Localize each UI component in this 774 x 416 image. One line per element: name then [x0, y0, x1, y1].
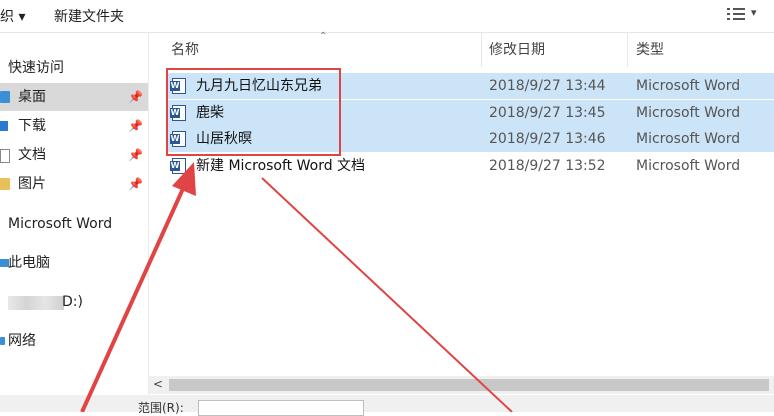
desktop-folder-icon — [0, 91, 10, 103]
pin-icon[interactable]: 📌 — [128, 170, 143, 198]
details-view-icon — [727, 8, 745, 22]
sidebar-item-label: Microsoft Word — [8, 216, 113, 232]
chevron-down-icon: ▾ — [751, 6, 757, 19]
pin-icon[interactable]: 📌 — [128, 141, 143, 169]
word-document-icon — [170, 131, 186, 147]
column-divider[interactable] — [481, 33, 482, 67]
pictures-folder-icon — [0, 178, 10, 190]
sort-ascending-icon: ⌃ — [319, 31, 328, 42]
word-document-icon — [170, 78, 186, 94]
organize-button[interactable]: 织 ▾ — [0, 6, 25, 26]
new-folder-button[interactable]: 新建文件夹 — [54, 6, 124, 26]
sidebar-item-drive-d[interactable]: D:) — [0, 288, 148, 316]
file-type: Microsoft Word — [636, 158, 741, 174]
scroll-left-icon[interactable]: < — [153, 377, 163, 391]
file-type: Microsoft Word — [636, 105, 741, 121]
pin-icon[interactable]: 📌 — [128, 112, 143, 140]
file-modified-date: 2018/9/27 13:52 — [489, 158, 606, 174]
file-modified-date: 2018/9/27 13:45 — [489, 105, 606, 121]
sidebar-item-label: D:) — [62, 294, 83, 310]
sidebar-item-label: 文档 — [18, 147, 46, 163]
bottom-bar: 范围(R): — [0, 395, 774, 416]
column-header-name[interactable]: 名称 — [171, 33, 199, 67]
word-document-icon — [170, 158, 186, 174]
sidebar-item-this-pc[interactable]: 此电脑 — [0, 249, 148, 277]
file-row[interactable]: 鹿柴 2018/9/27 13:45 Microsoft Word — [168, 100, 774, 126]
document-icon — [0, 149, 10, 163]
file-name: 新建 Microsoft Word 文档 — [196, 158, 366, 174]
sidebar-item-desktop[interactable]: 桌面 📌 — [0, 83, 148, 111]
sidebar-item-label: 网络 — [8, 333, 36, 349]
sidebar-item-label: 图片 — [18, 176, 46, 192]
file-type: Microsoft Word — [636, 78, 741, 94]
file-modified-date: 2018/9/27 13:44 — [489, 78, 606, 94]
column-header-type[interactable]: 类型 — [636, 33, 664, 67]
sidebar-item-microsoft-word[interactable]: Microsoft Word — [0, 210, 148, 238]
word-document-icon — [170, 105, 186, 121]
file-list: ⌃ 名称 修改日期 类型 九月九日忆山东兄弟 2018/9/27 13:44 M… — [149, 31, 774, 376]
pin-icon[interactable]: 📌 — [128, 83, 143, 111]
file-type: Microsoft Word — [636, 131, 741, 147]
sidebar-item-network[interactable]: 网络 — [0, 327, 148, 355]
toolbar: 织 ▾ 新建文件夹 ▾ — [0, 0, 774, 33]
column-divider[interactable] — [627, 33, 628, 67]
file-row[interactable]: 新建 Microsoft Word 文档 2018/9/27 13:52 Mic… — [168, 153, 774, 179]
file-row[interactable]: 山居秋暝 2018/9/27 13:46 Microsoft Word — [168, 126, 774, 152]
sidebar-item-documents[interactable]: 文档 📌 — [0, 141, 148, 169]
file-name: 九月九日忆山东兄弟 — [196, 78, 322, 94]
sidebar-item-label: 快速访问 — [8, 60, 64, 76]
column-header-modified[interactable]: 修改日期 — [489, 33, 545, 67]
range-label: 范围(R): — [138, 401, 184, 415]
file-modified-date: 2018/9/27 13:46 — [489, 131, 606, 147]
view-options-button[interactable]: ▾ — [727, 6, 763, 24]
redacted-drive-name — [8, 296, 64, 310]
sidebar-item-label: 桌面 — [18, 89, 46, 105]
sidebar-item-label: 下载 — [18, 118, 46, 134]
sidebar-item-downloads[interactable]: 下载 📌 — [0, 112, 148, 140]
file-name: 山居秋暝 — [196, 131, 252, 147]
sidebar-item-label: 此电脑 — [8, 255, 50, 271]
sidebar-item-pictures[interactable]: 图片 📌 — [0, 170, 148, 198]
file-name: 鹿柴 — [196, 105, 224, 121]
sidebar-item-quick-access[interactable]: 快速访问 — [0, 54, 148, 82]
network-icon — [0, 337, 5, 345]
horizontal-scrollbar[interactable]: < — [149, 376, 774, 394]
navigation-pane: 快速访问 桌面 📌 下载 📌 文档 📌 图片 📌 Microsoft Word … — [0, 33, 149, 395]
download-icon — [0, 121, 8, 131]
scrollbar-thumb[interactable] — [169, 379, 769, 391]
range-input[interactable] — [198, 400, 364, 416]
file-row[interactable]: 九月九日忆山东兄弟 2018/9/27 13:44 Microsoft Word — [168, 73, 774, 99]
